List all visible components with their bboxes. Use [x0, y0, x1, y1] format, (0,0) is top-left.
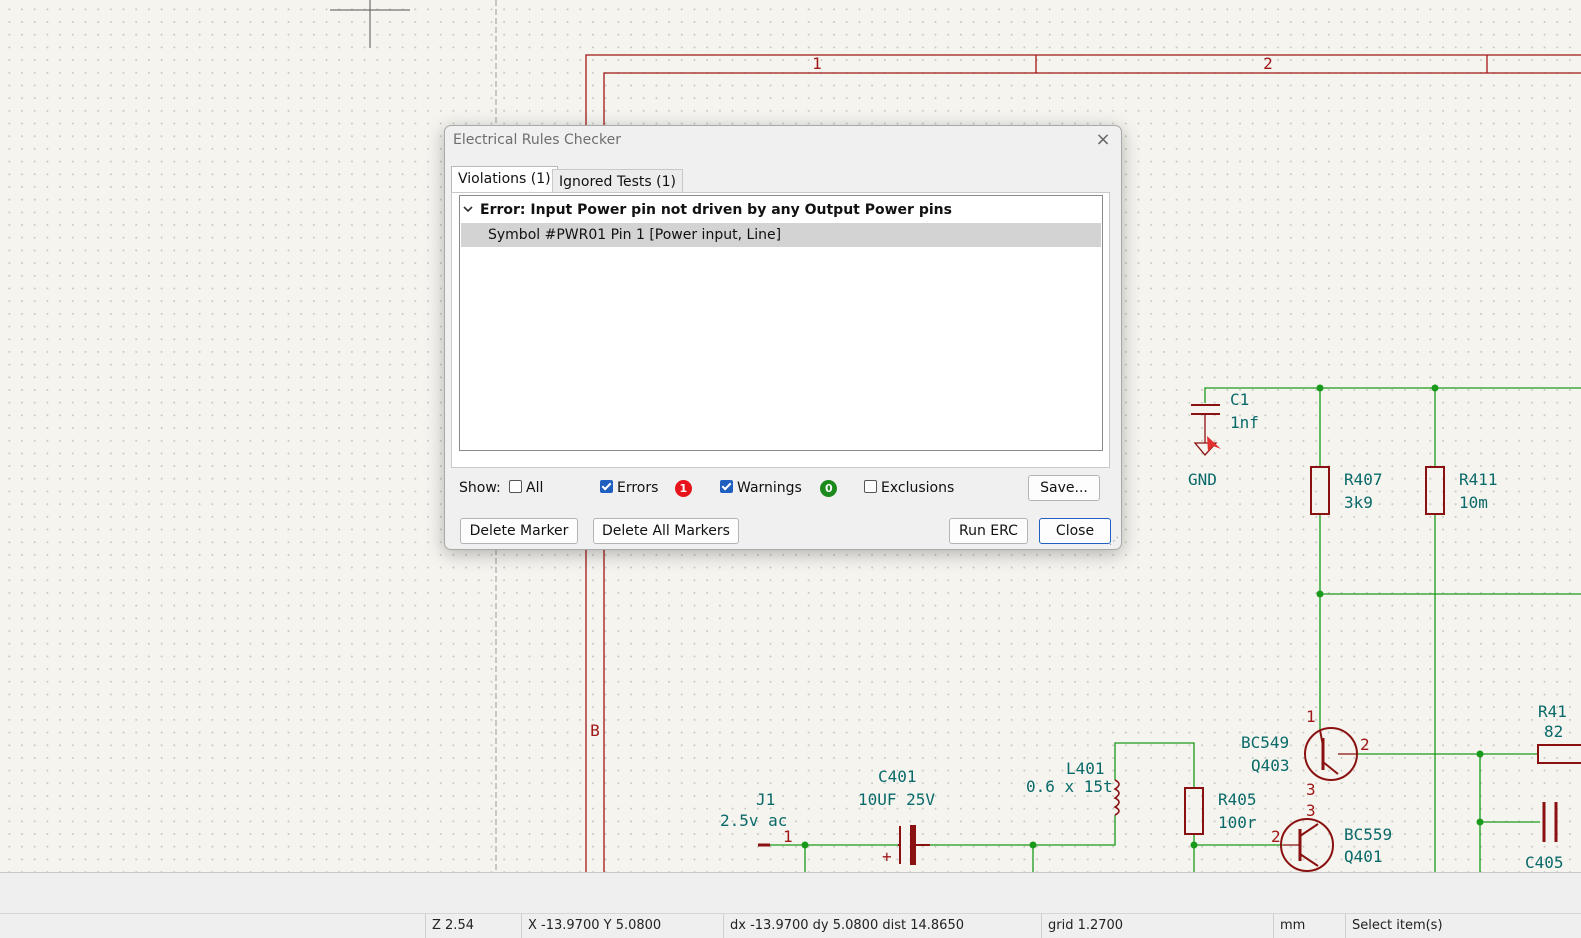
r405-value: 100r: [1218, 813, 1257, 832]
r41x-value: 82: [1544, 722, 1563, 741]
j1-value: 2.5v ac: [720, 811, 787, 830]
filter-errors-label: Errors: [617, 480, 659, 496]
q403-pin-emitter: 3: [1306, 780, 1316, 799]
c1-ref: C1: [1230, 390, 1249, 409]
delete-all-markers-button[interactable]: Delete All Markers: [593, 518, 739, 544]
violations-panel: Error: Input Power pin not driven by any…: [451, 192, 1110, 468]
status-grid: grid 1.2700: [1041, 914, 1274, 938]
r407-value: 3k9: [1344, 493, 1373, 512]
q403-ref: Q403: [1251, 756, 1290, 775]
violations-tree[interactable]: Error: Input Power pin not driven by any…: [459, 195, 1103, 451]
violation-group-label: Error: Input Power pin not driven by any…: [480, 202, 952, 218]
r41x-ref: R41: [1538, 702, 1567, 721]
gnd-label: GND: [1188, 470, 1217, 489]
filter-exclusions-label: Exclusions: [881, 480, 955, 496]
show-label: Show:: [459, 480, 501, 496]
q401-pin-3: 3: [1306, 801, 1316, 820]
resize-grip-icon[interactable]: ⋰: [1109, 536, 1119, 547]
c401-value: 10UF 25V: [858, 790, 935, 809]
c401-ref: C401: [878, 767, 917, 786]
l401-value: 0.6 x 15t: [1026, 777, 1113, 796]
j1-pin: 1: [783, 827, 793, 846]
violation-item-label: Symbol #PWR01 Pin 1 [Power input, Line]: [488, 227, 782, 243]
tab-ignored-tests[interactable]: Ignored Tests (1): [552, 169, 683, 194]
border-label-row-b: B: [590, 721, 600, 740]
q403-pin-base: 2: [1360, 735, 1370, 754]
status-zoom: Z 2.54: [425, 914, 522, 938]
run-erc-button[interactable]: Run ERC: [949, 518, 1028, 544]
l401-ref: L401: [1066, 759, 1105, 778]
r411-ref: R411: [1459, 470, 1498, 489]
q401-ref: Q401: [1344, 847, 1383, 866]
close-button[interactable]: Close: [1039, 518, 1111, 544]
filter-warnings-label: Warnings: [737, 480, 802, 496]
status-units: mm: [1273, 914, 1346, 938]
border-label-col2: 2: [1263, 54, 1273, 73]
q401-pin-base: 2: [1271, 827, 1281, 846]
filter-exclusions[interactable]: Exclusions: [864, 478, 954, 498]
status-bar: Z 2.54 X -13.9700 Y 5.0800 dx -13.9700 d…: [0, 913, 1581, 938]
erc-dialog: Electrical Rules Checker × Violations (1…: [444, 125, 1122, 550]
message-panel: [0, 872, 1581, 914]
chevron-down-icon[interactable]: [462, 203, 474, 215]
j1-ref: J1: [756, 790, 775, 809]
filter-all-label: All: [526, 480, 544, 496]
errors-count-badge: 1: [674, 480, 692, 497]
filter-warnings[interactable]: Warnings 0: [720, 478, 838, 498]
filter-errors[interactable]: Errors 1: [600, 478, 692, 498]
status-delta: dx -13.9700 dy 5.0800 dist 14.8650: [723, 914, 1042, 938]
status-position: X -13.9700 Y 5.0800: [521, 914, 724, 938]
save-button[interactable]: Save...: [1028, 475, 1100, 501]
r411-value: 10m: [1459, 493, 1488, 512]
r405-ref: R405: [1218, 790, 1257, 809]
all-checkbox[interactable]: [509, 480, 522, 493]
q403-part: BC549: [1241, 733, 1289, 752]
exclusions-checkbox[interactable]: [864, 480, 877, 493]
q401-part: BC559: [1344, 825, 1392, 844]
violation-group[interactable]: Error: Input Power pin not driven by any…: [462, 199, 952, 221]
dialog-title: Electrical Rules Checker: [453, 132, 621, 148]
violation-item[interactable]: Symbol #PWR01 Pin 1 [Power input, Line]: [461, 223, 1101, 247]
tab-violations[interactable]: Violations (1): [451, 166, 558, 194]
c1-value: 1nf: [1230, 413, 1259, 432]
delete-marker-button[interactable]: Delete Marker: [460, 518, 578, 544]
border-label-col1: 1: [812, 54, 822, 73]
erc-marker-icon[interactable]: [1207, 436, 1221, 452]
status-mode: Select item(s): [1345, 914, 1581, 938]
close-icon[interactable]: ×: [1091, 128, 1115, 152]
q403-pin-collector: 1: [1306, 707, 1316, 726]
r407-ref: R407: [1344, 470, 1383, 489]
warnings-count-badge: 0: [820, 480, 838, 497]
warnings-checkbox[interactable]: [720, 480, 733, 493]
c401-polarity: +: [882, 847, 892, 866]
filter-all[interactable]: All: [509, 478, 543, 498]
c405-ref: C405: [1525, 853, 1564, 872]
errors-checkbox[interactable]: [600, 480, 613, 493]
